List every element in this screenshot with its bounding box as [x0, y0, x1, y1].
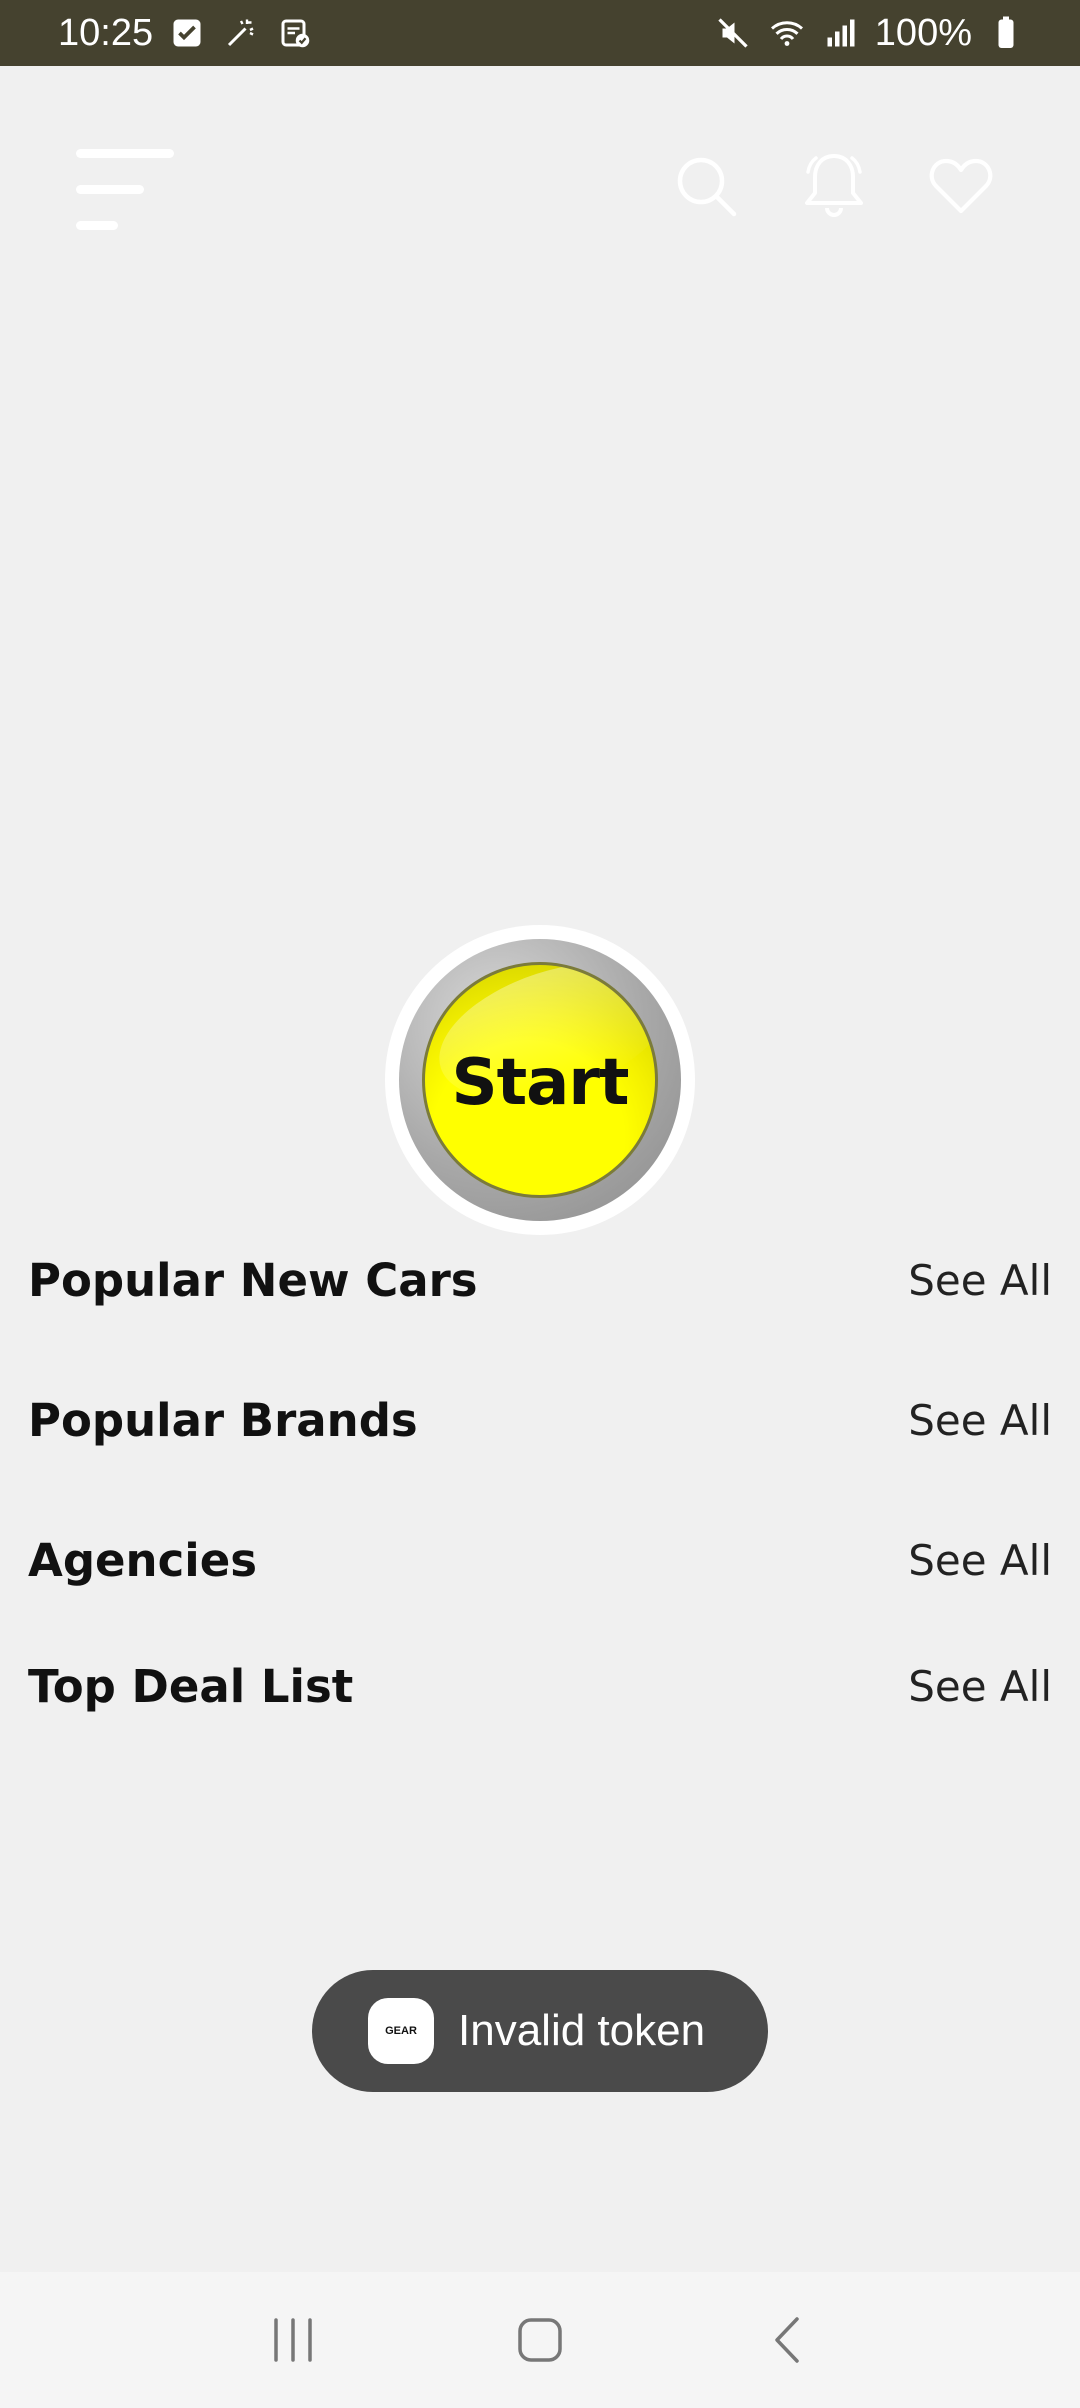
section-agencies: Agencies See All [28, 1530, 1052, 1590]
start-button[interactable]: Start [385, 925, 695, 1235]
back-icon [774, 2317, 799, 2363]
app-logo-text: GEAR [385, 2025, 417, 2037]
see-all-link[interactable]: See All [908, 1662, 1052, 1711]
search-icon [677, 157, 737, 217]
battery-icon [986, 13, 1026, 53]
clipboard-check-icon [275, 13, 315, 53]
status-left: 10:25 [58, 12, 315, 55]
section-popular-new-cars: Popular New Cars See All [28, 1250, 1052, 1310]
notifications-button[interactable] [791, 142, 877, 228]
back-button[interactable] [737, 2290, 837, 2390]
bell-icon [805, 154, 863, 217]
start-button-ring: Start [399, 939, 681, 1221]
section-title: Agencies [28, 1533, 257, 1587]
section-title: Popular Brands [28, 1393, 418, 1447]
start-button-face: Start [422, 962, 658, 1198]
menu-button[interactable] [60, 140, 184, 240]
mute-icon [713, 13, 753, 53]
toast: GEAR Invalid token [312, 1970, 768, 2092]
recents-button[interactable] [243, 2290, 343, 2390]
home-icon [518, 2318, 562, 2362]
app-header [0, 66, 1080, 306]
recents-icon [274, 2318, 313, 2362]
section-popular-brands: Popular Brands See All [28, 1390, 1052, 1450]
magic-wand-icon [221, 13, 261, 53]
status-bar: 10:25 100% [0, 0, 1080, 66]
system-nav-bar [0, 2272, 1080, 2408]
see-all-link[interactable]: See All [908, 1256, 1052, 1305]
section-title: Top Deal List [28, 1659, 354, 1713]
see-all-link[interactable]: See All [908, 1536, 1052, 1585]
search-button[interactable] [664, 144, 748, 228]
wifi-icon [767, 13, 807, 53]
status-right: 100% [713, 12, 1026, 55]
menu-icon [76, 149, 174, 230]
start-button-label: Start [451, 1046, 629, 1120]
see-all-link[interactable]: See All [908, 1396, 1052, 1445]
toast-message: Invalid token [458, 2006, 706, 2055]
signal-icon [821, 13, 861, 53]
favorites-button[interactable] [918, 144, 1004, 228]
battery-percent: 100% [874, 11, 972, 54]
heart-icon [929, 158, 993, 214]
status-time: 10:25 [58, 11, 154, 54]
checkbox-notification-icon [167, 13, 207, 53]
section-title: Popular New Cars [28, 1253, 478, 1307]
home-button[interactable] [490, 2290, 590, 2390]
app-logo-icon: GEAR [368, 1998, 434, 2064]
section-top-deal-list: Top Deal List See All [28, 1656, 1052, 1716]
